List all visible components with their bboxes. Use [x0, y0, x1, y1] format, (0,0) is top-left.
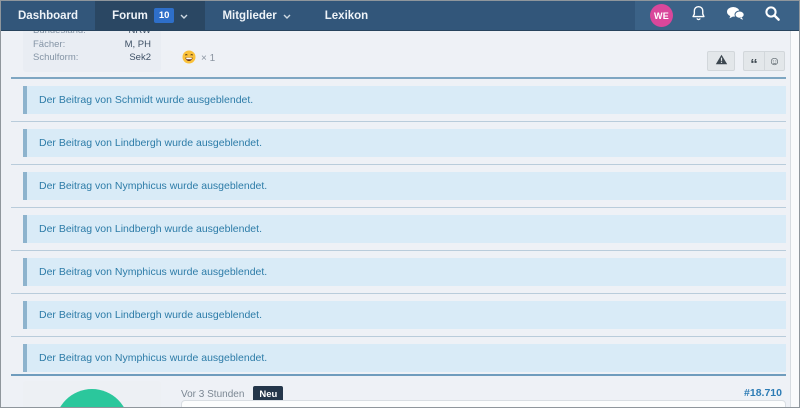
nav-item-dashboard[interactable]: Dashboard [1, 1, 95, 30]
search-icon [764, 5, 781, 27]
nav-item-label: Mitglieder [222, 10, 276, 22]
nav-item-lexikon[interactable]: Lexikon [308, 1, 385, 30]
hidden-post-notice[interactable]: Der Beitrag von Schmidt wurde ausgeblend… [23, 86, 786, 114]
hidden-post-notice[interactable]: Der Beitrag von Lindbergh wurde ausgeble… [23, 215, 786, 243]
post-actions: “ ☺ [707, 51, 785, 71]
post-divider [11, 250, 786, 251]
post-number-link[interactable]: #18.710 [744, 387, 782, 399]
hidden-post-notice[interactable]: Der Beitrag von Nymphicus wurde ausgeble… [23, 172, 786, 200]
nav-item-label: Dashboard [18, 10, 78, 22]
nav-user-area: WE [635, 1, 799, 30]
profile-value: M, PH [125, 38, 151, 52]
user-avatar[interactable]: WE [650, 4, 673, 27]
post-separator [11, 77, 786, 79]
nav-item-forum[interactable]: Forum 10 [95, 1, 205, 30]
profile-value: Sek2 [129, 51, 151, 65]
forum-page: Dashboard Forum 10 Mitglieder Lexikon WE [0, 0, 800, 408]
profile-row-schulform: Schulform: Sek2 [33, 51, 151, 65]
profile-row-faecher: Fächer: M, PH [33, 38, 151, 52]
search-button[interactable] [754, 1, 791, 31]
next-post-message-box [181, 400, 786, 407]
post-divider [11, 293, 786, 294]
profile-label: Schulform: [33, 51, 78, 65]
hidden-post-notice[interactable]: Der Beitrag von Nymphicus wurde ausgeble… [23, 258, 786, 286]
conversations-button[interactable] [717, 1, 754, 31]
chevron-down-icon [180, 10, 188, 22]
post-divider [11, 336, 786, 337]
nav-menu: Dashboard Forum 10 Mitglieder Lexikon [1, 1, 385, 30]
quote-react-button-group: “ ☺ [743, 51, 785, 71]
hidden-post-text: Der Beitrag von Nymphicus wurde ausgeble… [39, 266, 267, 278]
hidden-post-text: Der Beitrag von Nymphicus wurde ausgeble… [39, 180, 267, 192]
next-post-sidebar [23, 381, 161, 407]
scrollbar[interactable] [790, 31, 799, 407]
profile-label: Fächer: [33, 38, 65, 52]
top-navbar: Dashboard Forum 10 Mitglieder Lexikon WE [1, 1, 799, 31]
chat-icon [726, 6, 745, 26]
hidden-post-text: Der Beitrag von Lindbergh wurde ausgeble… [39, 223, 262, 235]
hidden-posts-list: Der Beitrag von Schmidt wurde ausgeblend… [11, 86, 786, 372]
hidden-post-text: Der Beitrag von Nymphicus wurde ausgeble… [39, 352, 267, 364]
author-profile-box: Bundesland: NRW Fächer: M, PH Schulform:… [23, 31, 161, 72]
bell-icon [690, 5, 707, 27]
warning-triangle-icon [715, 52, 728, 70]
quote-icon: “ [750, 54, 758, 69]
hidden-post-text: Der Beitrag von Lindbergh wurde ausgeble… [39, 309, 262, 321]
hidden-post-text: Der Beitrag von Schmidt wurde ausgeblend… [39, 94, 253, 106]
reaction-count: × 1 [201, 53, 215, 64]
hidden-post-text: Der Beitrag von Lindbergh wurde ausgeble… [39, 137, 262, 149]
chevron-down-icon [283, 10, 291, 22]
nav-item-label: Forum [112, 10, 148, 22]
react-button[interactable]: ☺ [764, 51, 785, 71]
nav-item-label: Lexikon [325, 10, 368, 22]
user-avatar-green[interactable] [55, 389, 129, 407]
smiley-icon: ☺ [768, 54, 780, 68]
thread-content: Bundesland: NRW Fächer: M, PH Schulform:… [1, 31, 790, 407]
post-timestamp[interactable]: Vor 3 Stunden [181, 389, 244, 400]
post-separator [11, 374, 786, 376]
post-divider [11, 121, 786, 122]
report-button[interactable] [707, 51, 735, 71]
post-divider [11, 207, 786, 208]
nav-item-mitglieder[interactable]: Mitglieder [205, 1, 307, 30]
forum-count-badge: 10 [154, 8, 175, 22]
quote-button[interactable]: “ [743, 51, 764, 71]
notifications-button[interactable] [680, 1, 717, 31]
hidden-post-notice[interactable]: Der Beitrag von Lindbergh wurde ausgeble… [23, 301, 786, 329]
hidden-post-notice[interactable]: Der Beitrag von Nymphicus wurde ausgeble… [23, 344, 786, 372]
hidden-post-notice[interactable]: Der Beitrag von Lindbergh wurde ausgeble… [23, 129, 786, 157]
reaction-summary[interactable]: × 1 [182, 50, 215, 67]
post-divider [11, 164, 786, 165]
grin-emoji-icon [182, 50, 196, 67]
